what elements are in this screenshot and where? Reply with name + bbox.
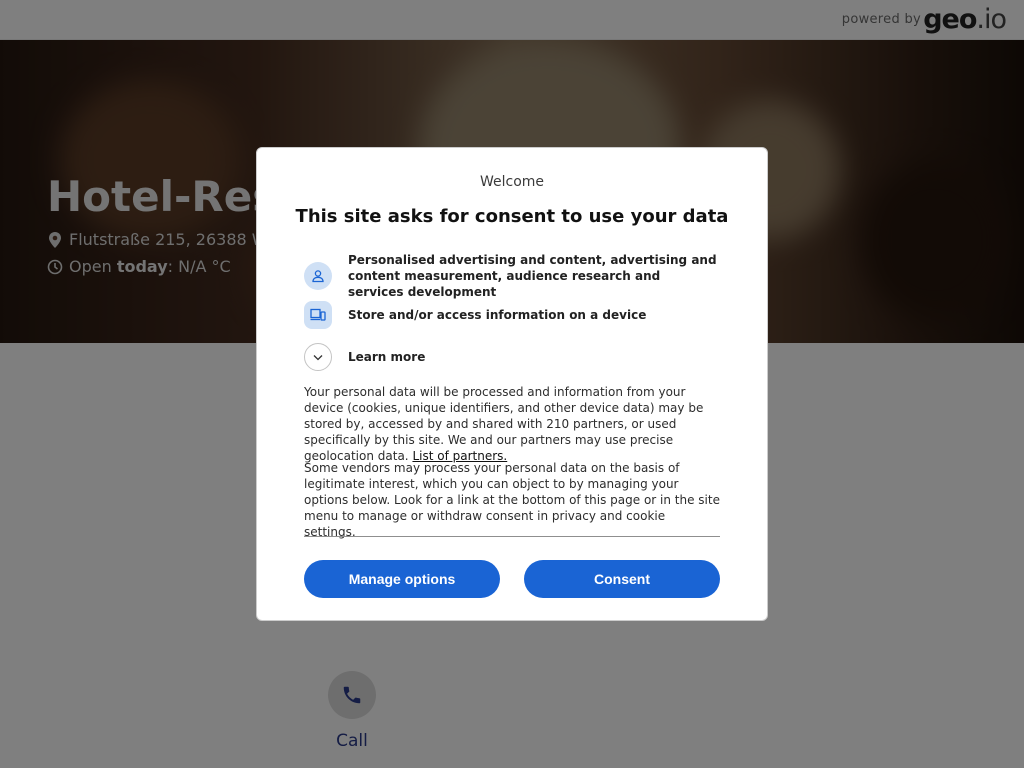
chevron-down-icon[interactable] — [304, 343, 332, 371]
purpose-item-storage: Store and/or access information on a dev… — [304, 301, 718, 329]
learn-more-label[interactable]: Learn more — [348, 349, 718, 365]
consent-dialog: Welcome This site asks for consent to us… — [256, 147, 768, 621]
purpose-item-advertising: Personalised advertising and content, ad… — [304, 252, 718, 300]
manage-options-button[interactable]: Manage options — [304, 560, 500, 598]
consent-button[interactable]: Consent — [524, 560, 720, 598]
learn-more-toggle[interactable]: Learn more — [304, 343, 718, 371]
person-icon — [304, 262, 332, 290]
dialog-welcome: Welcome — [479, 174, 545, 190]
divider — [304, 536, 720, 537]
consent-paragraph-data: Your personal data will be processed and… — [304, 384, 720, 464]
purpose-text: Personalised advertising and content, ad… — [348, 253, 717, 299]
devices-icon — [304, 301, 332, 329]
consent-paragraph-legitimate-interest: Some vendors may process your personal d… — [304, 461, 720, 539]
dialog-title: This site asks for consent to use your d… — [295, 206, 729, 227]
purpose-text: Store and/or access information on a dev… — [348, 308, 647, 322]
